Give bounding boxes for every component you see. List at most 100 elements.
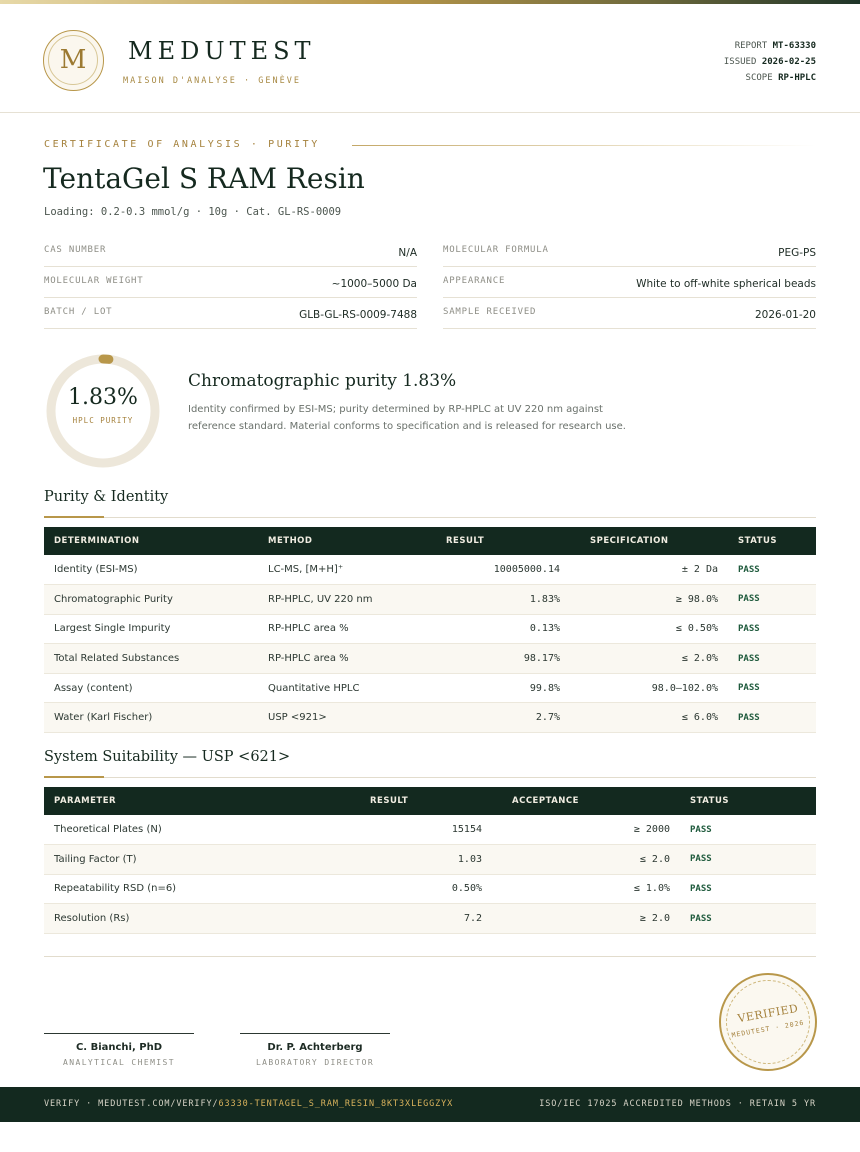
- status-badge: PASS: [680, 844, 816, 875]
- cell-specification: ≤ 6.0%: [570, 702, 728, 734]
- cell-method: RP-HPLC area %: [258, 614, 398, 645]
- status-badge: PASS: [728, 584, 816, 615]
- cell-result: 0.50%: [302, 874, 492, 905]
- cell-parameter: Repeatability RSD (n=6): [44, 874, 302, 905]
- table-header-row: DETERMINATION METHOD RESULT SPECIFICATIO…: [44, 527, 816, 555]
- cell-method: Quantitative HPLC: [258, 673, 398, 704]
- section-rule: [44, 777, 816, 778]
- spec-key: APPEARANCE: [443, 276, 506, 286]
- spec-sample-received: SAMPLE RECEIVED 2026-01-20: [443, 298, 816, 329]
- spec-value: ~1000–5000 Da: [331, 278, 417, 290]
- spec-value: White to off-white spherical beads: [636, 278, 816, 290]
- product-subtitle: Loading: 0.2-0.3 mmol/g · 10g · Cat. GL-…: [44, 206, 342, 218]
- cell-result: 98.17%: [398, 643, 570, 674]
- cell-method: RP-HPLC area %: [258, 643, 398, 674]
- status-badge: PASS: [728, 555, 816, 586]
- report-meta: REPORT MT-63330 ISSUED 2026-02-25 SCOPE …: [724, 38, 816, 86]
- verify-line: VERIFY · MEDUTEST.COM/VERIFY/63330-TENTA…: [44, 1099, 454, 1109]
- cell-determination: Assay (content): [44, 673, 258, 704]
- table-row: Water (Karl Fischer) USP <921> 2.7% ≤ 6.0% P…: [44, 702, 816, 734]
- signature-name: Dr. P. Achterberg: [267, 1042, 363, 1053]
- spec-value: GLB-GL-RS-0009-7488: [299, 309, 417, 321]
- meta-scope: SCOPE RP-HPLC: [745, 73, 816, 83]
- signature-divider: [44, 956, 816, 957]
- purity-label: HPLC PURITY: [72, 416, 134, 425]
- header: M MEDUTEST MAISON D'ANALYSE · GENÈVE REP…: [0, 4, 860, 113]
- section-title-suitability: System Suitability — USP <621>: [44, 749, 291, 765]
- spec-key: BATCH / LOT: [44, 307, 113, 317]
- section-accent: [44, 516, 104, 518]
- cell-determination: Chromatographic Purity: [44, 584, 258, 615]
- signature-name: C. Bianchi, PhD: [75, 1042, 163, 1053]
- spec-cas-number: CAS NUMBER N/A: [44, 236, 417, 267]
- cell-result: 15154: [302, 815, 492, 846]
- column-header: PARAMETER: [54, 796, 117, 806]
- spec-key: SAMPLE RECEIVED: [443, 307, 537, 317]
- cell-result: 2.7%: [398, 702, 570, 734]
- cell-specification: ≤ 0.50%: [570, 614, 728, 645]
- signature-laboratory-director: Dr. P. Achterberg LABORATORY DIRECTOR: [240, 1033, 390, 1067]
- purity-heading: Chromatographic purity 1.83%: [188, 371, 457, 391]
- table-row: Largest Single Impurity RP-HPLC area % 0.1…: [44, 614, 816, 645]
- column-header: ACCEPTANCE: [512, 796, 579, 806]
- cell-result: 99.8%: [398, 673, 570, 704]
- spec-value: PEG-PS: [778, 247, 816, 259]
- table-row: Repeatability RSD (n=6) 0.50% ≤ 1.0% PASS: [44, 874, 816, 905]
- section-accent: [44, 776, 104, 778]
- cell-parameter: Tailing Factor (T): [44, 844, 302, 875]
- status-badge: PASS: [680, 815, 816, 846]
- table-row: Resolution (Rs) 7.2 ≥ 2.0 PASS: [44, 903, 816, 934]
- spec-appearance: APPEARANCE White to off-white spherical …: [443, 267, 816, 298]
- footer: VERIFY · MEDUTEST.COM/VERIFY/63330-TENTA…: [0, 1087, 860, 1122]
- cell-parameter: Theoretical Plates (N): [44, 815, 302, 846]
- cell-method: USP <921>: [258, 702, 398, 734]
- brand-tagline: MAISON D'ANALYSE · GENÈVE: [123, 76, 301, 86]
- product-title: TentaGel S RAM Resin: [43, 162, 365, 195]
- cell-result: 1.83%: [398, 584, 570, 615]
- spec-molecular-weight: MOLECULAR WEIGHT ~1000–5000 Da: [44, 267, 417, 298]
- spec-molecular-formula: MOLECULAR FORMULA PEG-PS: [443, 236, 816, 267]
- table-row: Tailing Factor (T) 1.03 ≤ 2.0 PASS: [44, 844, 816, 875]
- cell-acceptance: ≤ 1.0%: [492, 874, 680, 905]
- column-header: METHOD: [268, 536, 313, 546]
- document-eyebrow: CERTIFICATE OF ANALYSIS · PURITY: [44, 139, 320, 150]
- cell-acceptance: ≥ 2000: [492, 815, 680, 846]
- signature-role: ANALYTICAL CHEMIST: [63, 1058, 175, 1067]
- cell-result: 10005000.14: [398, 555, 570, 586]
- spec-key: MOLECULAR WEIGHT: [44, 276, 144, 286]
- spec-batch-lot: BATCH / LOT GLB-GL-RS-0009-7488: [44, 298, 417, 329]
- section-rule: [44, 517, 816, 518]
- purity-table: DETERMINATION METHOD RESULT SPECIFICATIO…: [44, 527, 816, 734]
- purity-value: 1.83%: [68, 385, 138, 410]
- purity-ring: [46, 354, 160, 468]
- cell-specification: 98.0–102.0%: [570, 673, 728, 704]
- purity-ring-track: [46, 354, 160, 468]
- verified-seal: VERIFIED MEDUTEST · 2026: [719, 973, 817, 1071]
- status-badge: PASS: [728, 702, 816, 734]
- meta-report: REPORT MT-63330: [734, 41, 816, 51]
- cell-determination: Identity (ESI-MS): [44, 555, 258, 586]
- spec-key: MOLECULAR FORMULA: [443, 245, 549, 255]
- brand-logo-letter: M: [48, 35, 98, 85]
- cell-specification: ± 2 Da: [570, 555, 728, 586]
- verify-link[interactable]: 63330-TENTAGEL_S_RAM_RESIN_8KT3XLEGGZYX: [219, 1099, 454, 1109]
- cell-method: LC-MS, [M+H]⁺: [258, 555, 398, 586]
- column-header: RESULT: [446, 536, 485, 546]
- column-header: DETERMINATION: [54, 536, 140, 546]
- eyebrow-divider: [352, 145, 816, 146]
- column-header: RESULT: [370, 796, 409, 806]
- cell-specification: ≤ 2.0%: [570, 643, 728, 674]
- cell-specification: ≥ 98.0%: [570, 584, 728, 615]
- cell-result: 0.13%: [398, 614, 570, 645]
- column-header: STATUS: [690, 796, 730, 806]
- accreditation-note: ISO/IEC 17025 ACCREDITED METHODS · RETAI…: [539, 1099, 816, 1109]
- brand-logo: M: [43, 30, 104, 91]
- spec-value: N/A: [398, 247, 417, 259]
- cell-acceptance: ≥ 2.0: [492, 903, 680, 934]
- brand-name: MEDUTEST: [128, 37, 316, 65]
- signature-role: LABORATORY DIRECTOR: [255, 1058, 375, 1067]
- table-row: Identity (ESI-MS) LC-MS, [M+H]⁺ 10005000.1…: [44, 555, 816, 586]
- column-header: STATUS: [738, 536, 778, 546]
- table-row: Total Related Substances RP-HPLC area % 98…: [44, 643, 816, 674]
- status-badge: PASS: [728, 643, 816, 674]
